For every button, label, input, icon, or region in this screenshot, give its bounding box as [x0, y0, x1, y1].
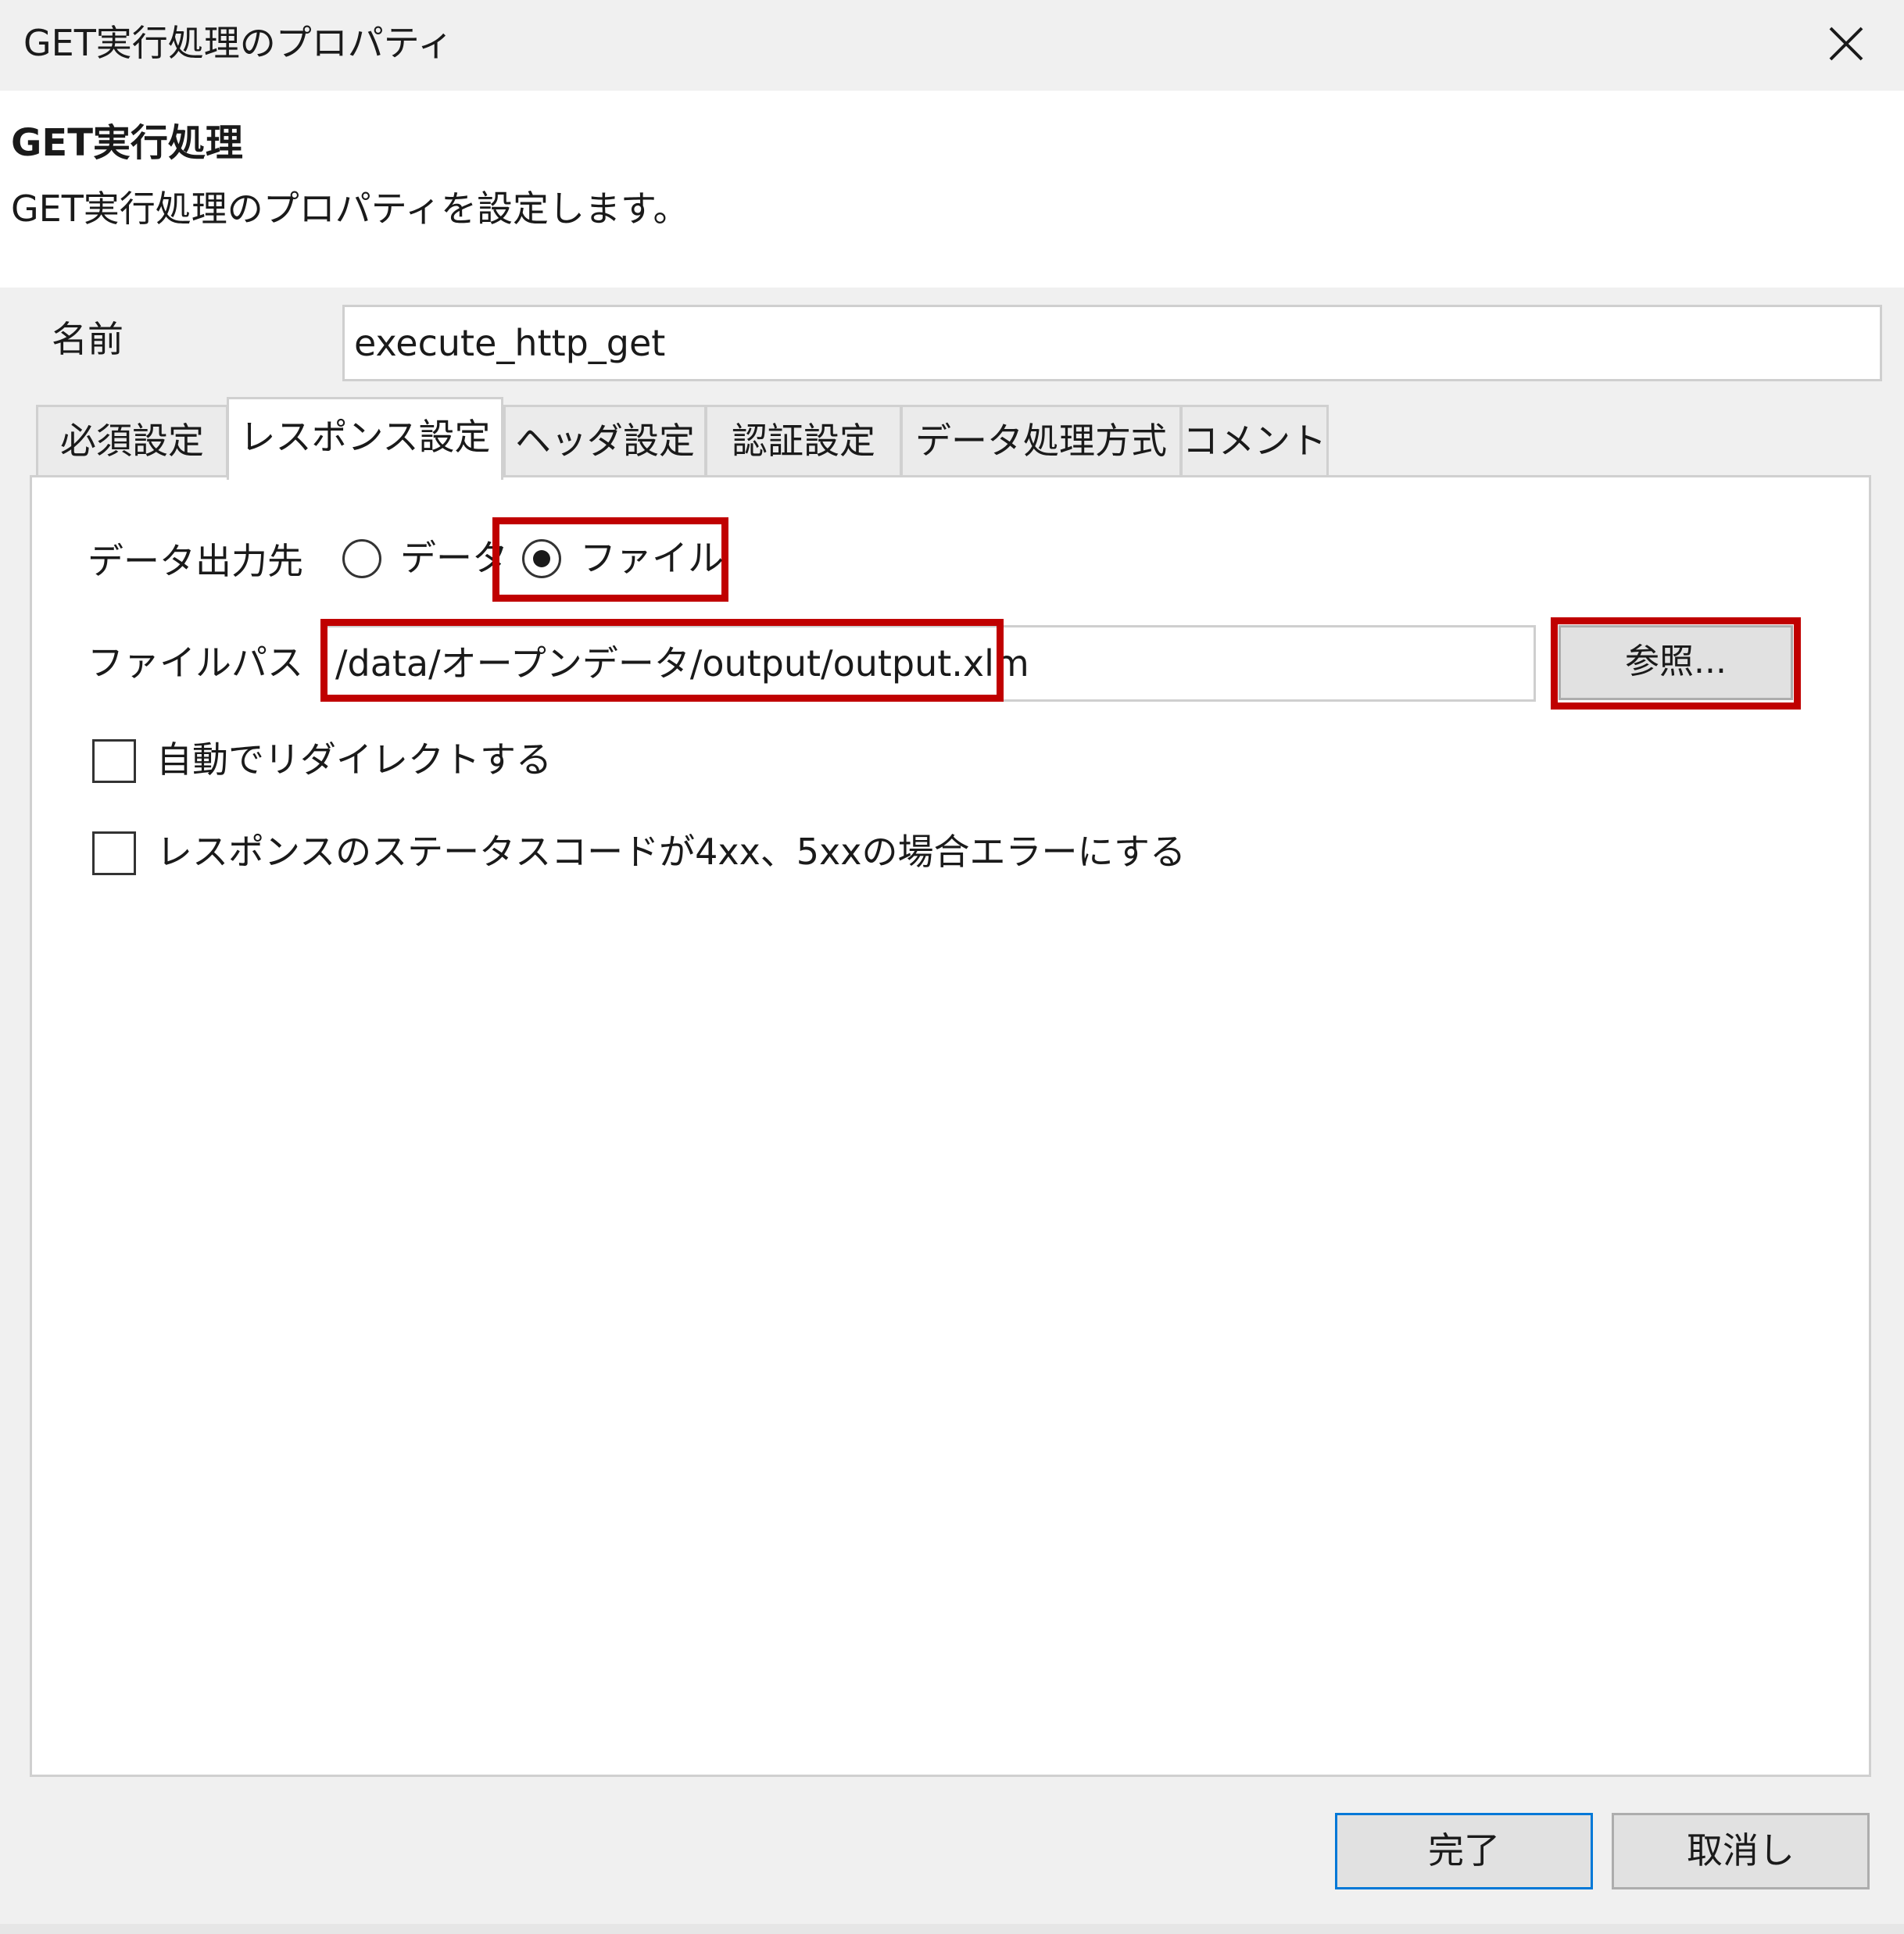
tab-header-settings[interactable]: ヘッダ設定	[503, 405, 707, 477]
status-error-checkbox[interactable]	[92, 831, 136, 875]
auto-redirect-checkbox[interactable]	[92, 739, 136, 783]
window-title: GET実行処理のプロパティ	[23, 22, 454, 64]
properties-dialog: GET実行処理のプロパティ GET実行処理 GET実行処理のプロパティを設定しま…	[0, 0, 1904, 1934]
tab-required-settings[interactable]: 必須設定	[36, 405, 228, 477]
title-bar: GET実行処理のプロパティ	[0, 0, 1904, 91]
bottom-divider	[0, 1924, 1904, 1934]
dialog-description: GET実行処理のプロパティを設定します。	[11, 188, 689, 230]
name-label: 名前	[52, 318, 123, 360]
cancel-button[interactable]: 取消し	[1612, 1813, 1870, 1889]
radio-file-label[interactable]: ファイル	[580, 534, 724, 581]
radio-selected-dot	[533, 550, 550, 567]
close-icon[interactable]	[1818, 16, 1874, 72]
tab-comment[interactable]: コメント	[1180, 405, 1329, 477]
file-path-highlight	[320, 619, 1004, 702]
name-input[interactable]: execute_http_get	[342, 305, 1882, 381]
finish-button[interactable]: 完了	[1335, 1813, 1593, 1889]
dialog-header: GET実行処理 GET実行処理のプロパティを設定します。	[0, 91, 1904, 288]
browse-button-highlight	[1551, 617, 1801, 710]
tab-response-settings[interactable]: レスポンス設定	[227, 397, 503, 480]
output-destination-label: データ出力先	[88, 540, 303, 582]
status-error-label[interactable]: レスポンスのステータスコードが4xx、5xxの場合エラーにする	[156, 828, 1186, 875]
radio-file[interactable]	[522, 539, 561, 578]
auto-redirect-label[interactable]: 自動でリダイレクトする	[156, 736, 552, 783]
file-path-label: ファイルパス	[88, 642, 303, 684]
tab-auth-settings[interactable]: 認証設定	[705, 405, 902, 477]
radio-data[interactable]	[342, 539, 381, 578]
dialog-heading: GET実行処理	[11, 121, 243, 165]
tab-data-processing[interactable]: データ処理方式	[900, 405, 1182, 477]
